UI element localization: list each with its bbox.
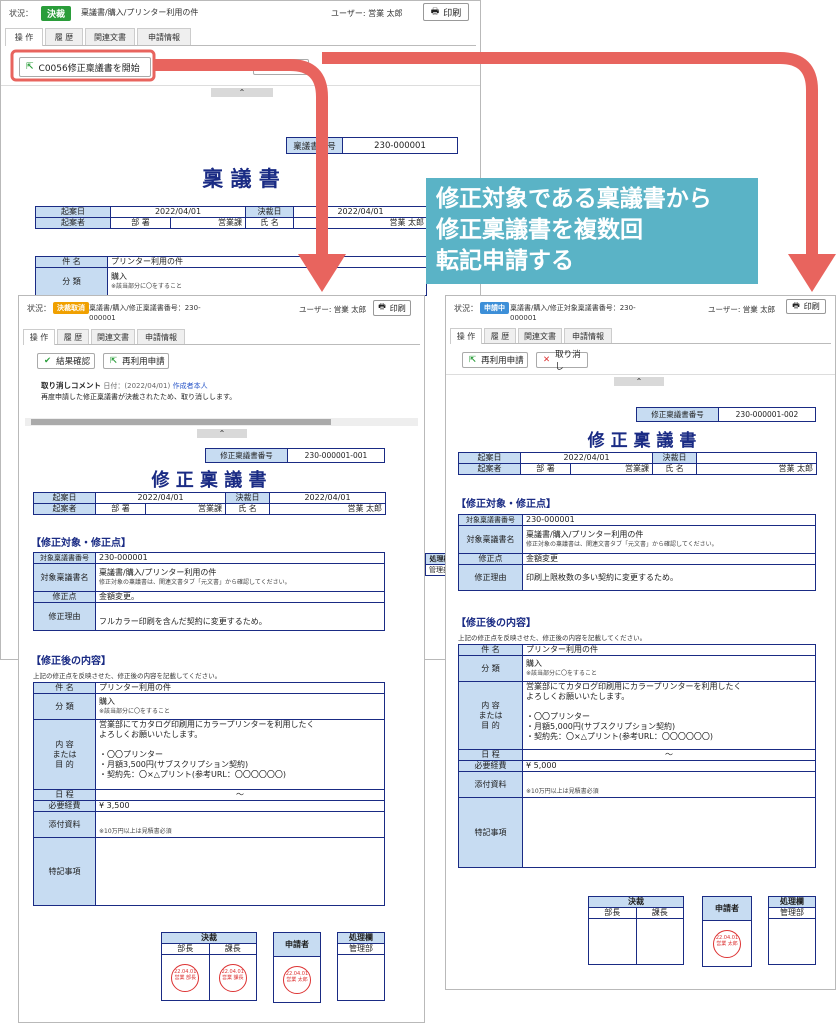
page-title: 稟 議 書: [202, 166, 280, 191]
external-link-icon: ⇱: [26, 62, 34, 72]
document-number: 修正稟議書番号 230-000001-001: [205, 448, 385, 463]
tab-related-docs[interactable]: 関連文書: [91, 329, 135, 344]
tab-bar: 操 作 履 歴 関連文書 申請情報: [23, 329, 420, 345]
callout-box: 修正対象である稟議書から 修正稟議書を複数回 転記申請する: [426, 178, 758, 284]
processing-box: 処理欄 管理部: [337, 932, 385, 1001]
header-table: 起案日 2022/04/01 決裁日 起案者部 署営業課氏 名営業 太郎: [458, 452, 818, 475]
status-label: 状況：: [454, 304, 478, 313]
user-name: ユーザー: 営業 太郎: [331, 9, 403, 18]
document-subject: 稟議書/購入/プリンター利用の件: [81, 8, 199, 17]
header-table: 起案日 2022/04/01 決裁日 2022/04/01 起案者部 署営業課氏 名営…: [35, 206, 429, 229]
cancel-button[interactable]: ✕ 取り消し: [536, 350, 588, 372]
cancel-comment: 取り消しコメント 日付：(2022/04/01) 作成者本人 再度申請した修正稟…: [41, 381, 237, 401]
tab-bar: 操 作 履 歴 関連文書 申請情報: [5, 28, 476, 46]
after-note: 上記の修正点を反映させた、修正後の内容を記載してください。: [33, 672, 222, 680]
applicant-box: 申請者 22.04.01 営業 太郎: [273, 932, 321, 1003]
seal-stamp: 22.04.01 営業 部長: [171, 963, 200, 992]
collapse-toggle[interactable]: ⌃: [614, 377, 664, 386]
target-table: 対象稟議書番号 230-000001 対象稟議書名 稟議書/購入/プリンター利用の件…: [458, 514, 816, 591]
tab-related-docs[interactable]: 関連文書: [85, 28, 135, 45]
printer-icon: 🖶: [792, 300, 800, 310]
tab-history[interactable]: 履 歴: [57, 329, 89, 344]
status-badge: 決裁: [41, 6, 72, 21]
user-name: ユーザー: 営業 太郎: [299, 305, 367, 314]
content-table: 件 名プリンター利用の件 分 類購入 ※該当部分に〇をすること 内 容 または 目…: [458, 644, 816, 868]
print-button[interactable]: 🖶 印刷: [423, 3, 469, 21]
status-bar: 状況： 申請中 稟議書/購入/修正対象稟議書番号：230-000001 ユーザー…: [446, 296, 835, 326]
status-label: 状況：: [9, 9, 33, 18]
chevron-up-icon: ⌃: [238, 88, 246, 97]
start-revision-button[interactable]: ⇱ C0056修正稟議書を開始: [19, 57, 151, 77]
decision-box: 決裁 部長 課長: [588, 896, 684, 965]
tab-application-info[interactable]: 申請情報: [137, 28, 191, 45]
page-title: 修 正 稟 議 書: [151, 470, 267, 491]
content-table: 件 名プリンター利用の件 分 類購入 ※該当部分に〇をすること 内 容 または 目…: [33, 682, 385, 906]
target-heading: 【修正対象・修正点】: [456, 499, 556, 510]
tab-application-info[interactable]: 申請情報: [137, 329, 185, 344]
tab-operation[interactable]: 操 作: [450, 328, 482, 344]
user-name: ユーザー: 営業 太郎: [708, 305, 776, 314]
printer-icon: 🖶: [430, 7, 440, 17]
document-number: 修正稟議書番号 230-000001-002: [636, 407, 816, 422]
external-link-icon: ⇱: [469, 355, 477, 365]
collapse-toggle[interactable]: ⌃: [197, 429, 247, 438]
tab-related-docs[interactable]: 関連文書: [518, 328, 562, 343]
reuse-application-button[interactable]: ⇱ 再利用申請: [462, 352, 528, 368]
content-table: 件 名プリンター利用の件 分 類購入 ※該当部分に〇をすること: [35, 256, 427, 296]
arrowhead-down-right: [788, 254, 836, 292]
status-badge: 申請中: [480, 302, 509, 314]
check-icon: ✔: [44, 356, 52, 366]
tab-history[interactable]: 履 歴: [45, 28, 83, 45]
chevron-up-icon: ⌃: [218, 429, 226, 438]
status-badge: 決裁取消: [53, 302, 89, 314]
check-result-button[interactable]: ✔ 結果確認: [37, 353, 95, 369]
seal-stamp: 22.04.01 営業 太郎: [283, 965, 311, 994]
page-title: 修 正 稟 議 書: [587, 431, 697, 451]
revision-001-window: 状況： 決裁取消 稟議書/購入/修正稟議書番号：230-000001 ユーザー:…: [18, 295, 425, 1023]
reuse-application-button[interactable]: ⇱ 再利用申請: [103, 353, 169, 369]
close-icon: ✕: [543, 355, 551, 365]
tab-history[interactable]: 履 歴: [484, 328, 516, 343]
decision-box: 決裁 部長 課長 22.04.01 営業 部長 22.04.01 営業 課長: [161, 932, 257, 1001]
target-heading: 【修正対象・修正点】: [31, 538, 131, 549]
revision-002-window: 状況： 申請中 稟議書/購入/修正対象稟議書番号：230-000001 ユーザー…: [445, 295, 836, 990]
collapse-toggle[interactable]: ⌃: [211, 88, 273, 97]
print-button[interactable]: 🖶 印刷: [373, 300, 411, 316]
seal-stamp: 22.04.01 営業 太郎: [713, 929, 741, 958]
after-heading: 【修正後の内容】: [31, 656, 111, 667]
status-bar: 状況： 決裁取消 稟議書/購入/修正稟議書番号：230-000001 ユーザー:…: [19, 296, 424, 326]
seal-stamp: 22.04.01 営業 課長: [218, 963, 247, 992]
cancel-button[interactable]: ✕ 取り消し: [253, 59, 309, 75]
print-button[interactable]: 🖶 印刷: [786, 299, 826, 314]
horizontal-scrollbar[interactable]: [25, 418, 418, 426]
external-link-icon: ⇱: [110, 356, 118, 366]
processing-box: 処理欄 管理部: [768, 896, 816, 965]
document-subject: 稟議書/購入/修正稟議書番号：230-000001: [89, 304, 201, 322]
tab-application-info[interactable]: 申請情報: [564, 328, 612, 343]
scrollbar-thumb[interactable]: [31, 419, 331, 425]
after-note: 上記の修正点を反映させた、修正後の内容を記載してください。: [458, 634, 647, 642]
status-bar: 状況： 決裁 稟議書/購入/プリンター利用の件 ユーザー: 営業 太郎 🖶 印刷: [1, 1, 480, 25]
after-heading: 【修正後の内容】: [456, 618, 536, 629]
status-label: 状況：: [27, 304, 51, 313]
printer-icon: 🖶: [378, 302, 386, 311]
document-subject: 稟議書/購入/修正対象稟議書番号：230-000001: [510, 304, 636, 322]
close-icon: ✕: [260, 62, 268, 72]
header-table: 起案日 2022/04/01 決裁日 2022/04/01 起案者部 署営業課氏 名営…: [33, 492, 387, 515]
target-table: 対象稟議書番号 230-000001 対象稟議書名 稟議書/購入/プリンター利用の件…: [33, 552, 385, 631]
chevron-up-icon: ⌃: [635, 377, 643, 386]
applicant-box: 申請者 22.04.01 営業 太郎: [702, 896, 752, 967]
tab-operation[interactable]: 操 作: [5, 28, 43, 46]
document-number: 稟議書番号 230-000001: [286, 137, 458, 154]
tab-operation[interactable]: 操 作: [23, 329, 55, 345]
tab-bar: 操 作 履 歴 関連文書 申請情報: [450, 328, 831, 344]
